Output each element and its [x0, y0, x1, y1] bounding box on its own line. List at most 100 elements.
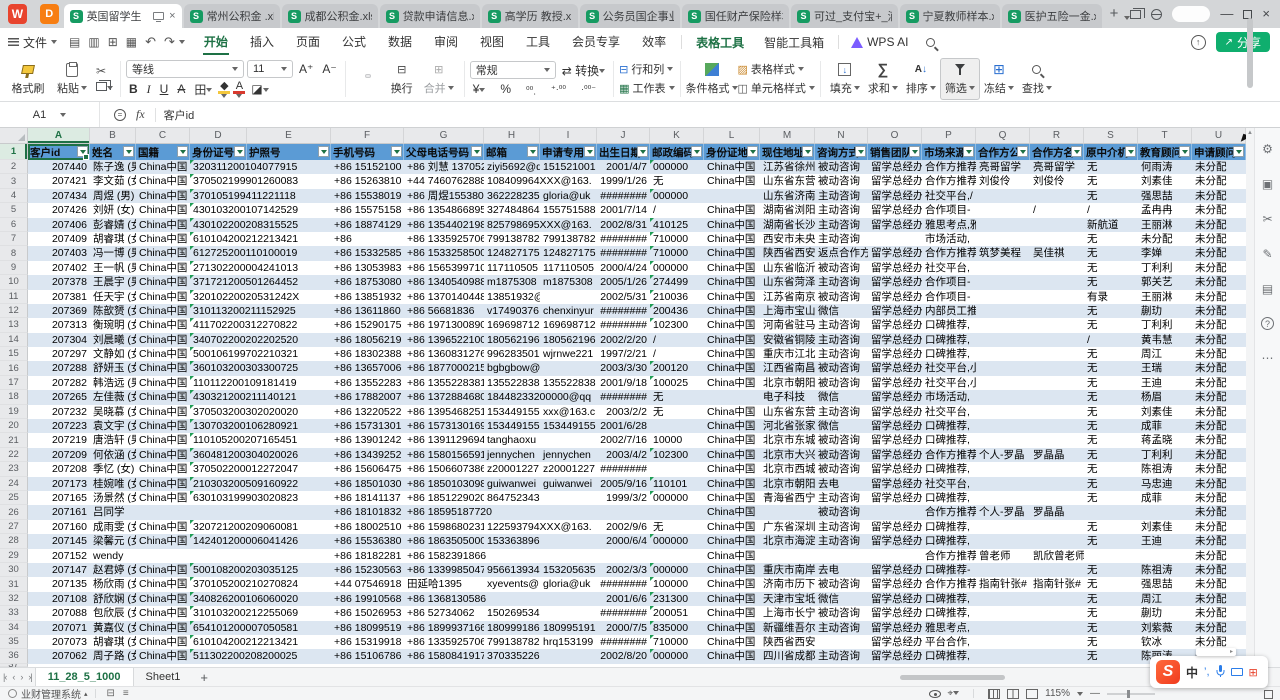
cell[interactable]: 无 [1084, 174, 1138, 188]
header-cell-E[interactable]: 护照号 [247, 144, 331, 160]
filter-dropdown-icon[interactable] [637, 146, 648, 157]
justify-icon[interactable] [372, 81, 376, 83]
menu-tab-公式[interactable]: 公式 [331, 28, 377, 56]
cell[interactable]: bgbgbow@ [484, 361, 540, 375]
fx-icon[interactable]: fx [136, 107, 145, 122]
cell[interactable]: jennychen [540, 448, 597, 462]
cell[interactable]: 胡睿琪 (女 [90, 232, 136, 246]
cell[interactable]: +86 1354866895 [404, 203, 484, 217]
cell[interactable]: 2005/1/26 [597, 275, 650, 289]
cell[interactable]: 2002/5/31 [597, 290, 650, 304]
cell[interactable]: 207369 [28, 304, 90, 318]
page-layout-view-icon[interactable] [1007, 689, 1019, 699]
cell[interactable]: 市场活动, [922, 390, 976, 404]
cell[interactable]: 被动咨询 [815, 160, 868, 174]
cell[interactable]: 无 [1084, 419, 1138, 433]
cell[interactable]: ######## [597, 304, 650, 318]
font-name-select[interactable]: 等线 [126, 60, 244, 78]
cell[interactable]: 371721200501264452 [190, 275, 247, 289]
cell[interactable]: China中国 [136, 491, 190, 505]
cell[interactable]: 马忠迪 [1138, 477, 1192, 491]
cell[interactable]: 留学总经办 [868, 534, 922, 548]
add-sheet-button[interactable]: + [200, 670, 208, 685]
cell[interactable]: +86 13901242 [331, 433, 404, 447]
cell[interactable]: China中国 [136, 376, 190, 390]
keyboard-panel-icon[interactable] [1231, 668, 1243, 676]
filter-dropdown-icon[interactable] [318, 146, 329, 157]
cell[interactable]: 207223 [28, 419, 90, 433]
cell[interactable]: +86 15575158 [331, 203, 404, 217]
sum-button[interactable]: ∑ 求和 [864, 58, 902, 100]
cell[interactable]: +44 7460762888 [404, 174, 484, 188]
cell[interactable]: +86 1573130169 [404, 419, 484, 433]
filter-dropdown-icon[interactable] [1233, 146, 1244, 157]
cell[interactable]: +86 1899937166 [404, 621, 484, 635]
cell[interactable]: 湖南省浏阳 [760, 203, 815, 217]
cell[interactable]: 周煜 (男) [90, 189, 136, 203]
cell[interactable] [976, 405, 1030, 419]
cell[interactable]: +86 18056219 [331, 333, 404, 347]
cell[interactable] [976, 520, 1030, 534]
cell[interactable]: 留学总经办 [868, 649, 922, 663]
name-box[interactable]: A1 [0, 102, 100, 127]
cell[interactable]: China中国 [704, 563, 760, 577]
share-button[interactable]: ↗ 分享 [1216, 32, 1270, 52]
cell[interactable]: 000000 [650, 160, 704, 174]
cell[interactable]: 被动咨询 [815, 577, 868, 591]
cell[interactable]: 吕同学 [90, 505, 136, 519]
cell[interactable]: China中国 [136, 419, 190, 433]
header-cell-T[interactable]: 教育顾问 [1138, 144, 1192, 160]
cell[interactable]: China中国 [704, 534, 760, 548]
cell[interactable]: 500108200203035125 [190, 563, 247, 577]
cell[interactable]: 北京市东城 [760, 433, 815, 447]
microphone-icon[interactable] [1216, 665, 1225, 680]
cell[interactable]: 370503200302020020 [190, 405, 247, 419]
cell[interactable]: +86 1339985047 [404, 563, 484, 577]
cell[interactable]: +86 15230563 [331, 563, 404, 577]
cell[interactable]: 口碑推荐, [922, 347, 976, 361]
cell[interactable]: +86 18874129 [331, 218, 404, 232]
cell[interactable]: 被动咨询 [815, 290, 868, 304]
cell[interactable]: +86 13611860 [331, 304, 404, 318]
cell[interactable]: 117110505 [484, 261, 540, 275]
prev-sheet-icon[interactable]: ‹ [12, 672, 14, 682]
cell[interactable]: 社交平台, [922, 477, 976, 491]
cell[interactable]: 主动咨询 [815, 621, 868, 635]
menu-tab-插入[interactable]: 插入 [239, 28, 285, 56]
decrease-indent-icon[interactable] [374, 75, 378, 77]
cell[interactable]: 122593794XXX@163. [484, 520, 540, 534]
cell[interactable]: 青海省西宁 [760, 491, 815, 505]
cell[interactable]: 留学总经办 [868, 218, 922, 232]
cell[interactable]: 2002/7/16 [597, 433, 650, 447]
cell[interactable]: gloria@uk [540, 189, 597, 203]
cell[interactable]: +86 52734062 [404, 606, 484, 620]
cell[interactable]: 610104200212213421 [190, 635, 247, 649]
cell[interactable]: 彭睿婧 (女 [90, 218, 136, 232]
align-center-icon[interactable] [358, 81, 362, 83]
cell[interactable]: 169698712 [484, 318, 540, 332]
cell[interactable]: 207152 [28, 549, 90, 563]
sidepanel-beautify-icon[interactable]: ✂ [1262, 212, 1272, 226]
window-tab[interactable]: S医护五险一金.xlsx [1002, 4, 1102, 28]
cell[interactable]: +86 1360831276 [404, 347, 484, 361]
cell[interactable]: +86 15731301 [331, 419, 404, 433]
cell[interactable]: 180562196 [540, 333, 597, 347]
horizontal-scrollbar-thumb[interactable] [900, 675, 1005, 680]
cell[interactable]: 2002/2/20 [597, 333, 650, 347]
cell[interactable]: +86 1391129694 [404, 433, 484, 447]
sogou-logo-icon[interactable]: S [1156, 660, 1180, 684]
system-menu[interactable]: 业财管理系统 [21, 686, 81, 700]
column-header-L[interactable]: L [704, 128, 760, 144]
cell[interactable]: China中国 [704, 304, 760, 318]
cell[interactable]: 207297 [28, 347, 90, 361]
cell[interactable]: 无 [1084, 275, 1138, 289]
eye-protect-icon[interactable] [929, 690, 941, 698]
cell[interactable]: 口碑推荐, [922, 318, 976, 332]
cell[interactable] [247, 505, 331, 519]
cell[interactable] [1138, 505, 1192, 519]
cell[interactable]: 无 [1084, 592, 1138, 606]
cell[interactable]: 630103199903020823 [190, 491, 247, 505]
cell[interactable]: 无 [1084, 635, 1138, 649]
cell[interactable]: 无 [1084, 232, 1138, 246]
cell[interactable]: 刘素佳 [1138, 405, 1192, 419]
